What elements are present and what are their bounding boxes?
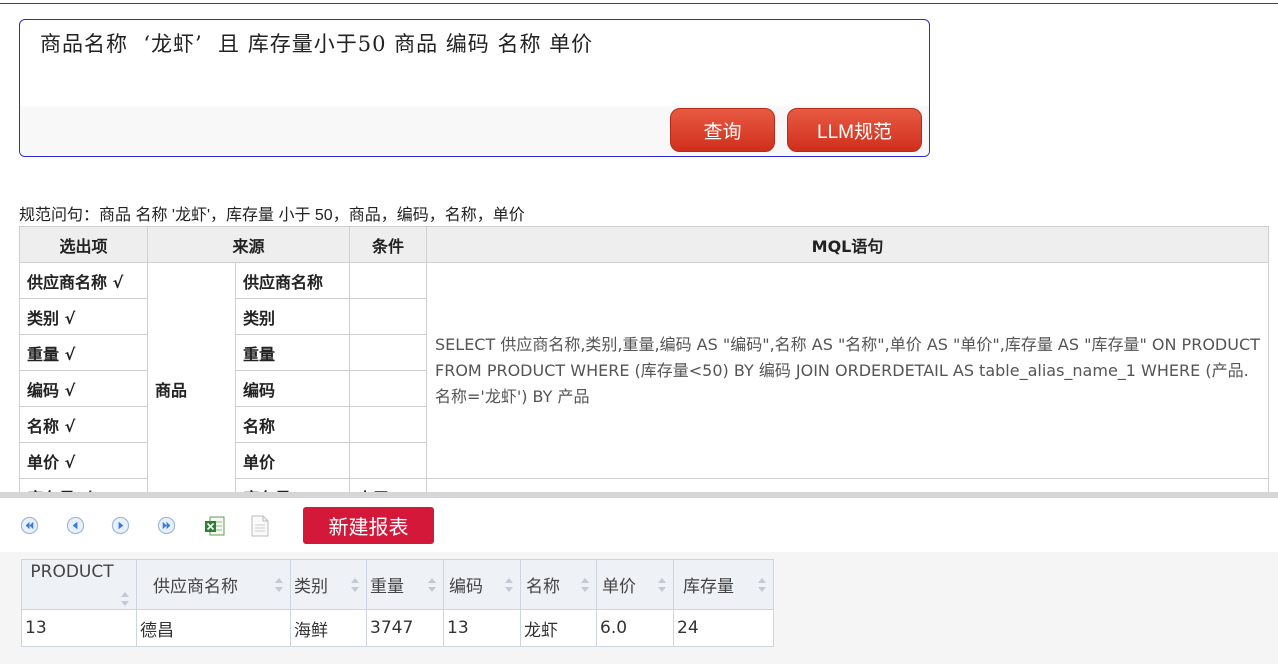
cell-name: 龙虾 xyxy=(520,609,597,647)
sort-icon[interactable] xyxy=(504,577,514,593)
column-header-label: 重量 xyxy=(370,577,404,597)
header-mql: MQL语句 xyxy=(426,226,1269,263)
column-header-weight[interactable]: 重量 xyxy=(366,559,444,610)
query-button[interactable]: 查询 xyxy=(670,108,775,152)
column-header-name[interactable]: 名称 xyxy=(520,559,597,610)
selected-item: 编码 √ xyxy=(19,370,148,407)
next-page-icon[interactable] xyxy=(111,516,130,535)
source-field: 名称 xyxy=(234,406,351,443)
sort-icon[interactable] xyxy=(120,591,130,607)
selected-item: 库存量 √ xyxy=(19,478,148,492)
column-header-supplier[interactable]: 供应商名称 xyxy=(136,559,291,610)
sort-icon[interactable] xyxy=(757,577,767,593)
mql-cell-empty xyxy=(426,478,1269,492)
condition-cell xyxy=(349,442,428,479)
top-border xyxy=(0,3,1278,4)
llm-normalize-button[interactable]: LLM规范 xyxy=(787,108,922,152)
first-page-icon[interactable] xyxy=(20,516,39,535)
source-field: 库存量 xyxy=(234,478,351,492)
selected-item: 名称 √ xyxy=(19,406,148,443)
mql-statement: SELECT 供应商名称,类别,重量,编码 AS "编码",名称 AS "名称"… xyxy=(426,262,1269,479)
column-header-label: 供应商名称 xyxy=(153,577,238,597)
column-header-label: 类别 xyxy=(294,577,328,597)
cell-weight: 3747 xyxy=(366,609,444,647)
analysis-table: 选出项 来源 条件 MQL语句 供应商名称 √ 商品 供应商名称 SELECT … xyxy=(19,226,1269,492)
sort-icon[interactable] xyxy=(350,577,360,593)
cell-supplier: 德昌 xyxy=(136,609,291,647)
cell-product: 13 xyxy=(21,609,137,647)
document-icon[interactable] xyxy=(249,514,271,538)
results-table: PRODUCT 供应商名称 类别 重量 编码 名称 单价 库存量 13 德昌 海… xyxy=(21,559,774,647)
condition-cell: 小于 50 xyxy=(349,478,428,492)
source-field: 编码 xyxy=(234,370,351,407)
source-field: 重量 xyxy=(234,334,351,371)
normalized-question: 规范问句：商品 名称 '龙虾'，库存量 小于 50，商品，编码，名称，单价 xyxy=(19,207,525,224)
source-field: 供应商名称 xyxy=(234,262,351,299)
condition-cell xyxy=(349,406,428,443)
condition-cell xyxy=(349,298,428,335)
column-header-category[interactable]: 类别 xyxy=(290,559,367,610)
analysis-row: 供应商名称 √ 商品 供应商名称 SELECT 供应商名称,类别,重量,编码 A… xyxy=(19,262,1269,492)
column-header-label: 库存量 xyxy=(683,577,734,597)
column-header-price[interactable]: 单价 xyxy=(596,559,674,610)
column-header-label: PRODUCT xyxy=(30,562,114,582)
header-selected: 选出项 xyxy=(19,226,148,263)
pager-toolbar: 新建报表 xyxy=(0,498,1278,552)
column-header-label: 编码 xyxy=(449,577,483,597)
selected-item: 单价 √ xyxy=(19,442,148,479)
selected-item: 重量 √ xyxy=(19,334,148,371)
sort-icon[interactable] xyxy=(657,577,667,593)
sort-icon[interactable] xyxy=(274,577,284,593)
condition-cell xyxy=(349,262,428,299)
header-source: 来源 xyxy=(146,226,351,263)
query-input-box[interactable]: 商品名称 ‘龙虾’ 且 库存量小于50 商品 编码 名称 单价 查询 LLM规范 xyxy=(19,19,930,157)
column-header-label: 单价 xyxy=(602,577,636,597)
selected-item: 供应商名称 √ xyxy=(19,262,148,299)
column-header-code[interactable]: 编码 xyxy=(443,559,521,610)
source-field: 单价 xyxy=(234,442,351,479)
condition-cell xyxy=(349,370,428,407)
prev-page-icon[interactable] xyxy=(66,516,85,535)
sort-icon[interactable] xyxy=(427,577,437,593)
cell-stock: 24 xyxy=(673,609,774,647)
cell-category: 海鲜 xyxy=(290,609,367,647)
cell-code: 13 xyxy=(443,609,521,647)
column-header-product[interactable]: PRODUCT xyxy=(21,559,137,610)
condition-cell xyxy=(349,334,428,371)
header-condition: 条件 xyxy=(349,226,428,263)
column-header-label: 名称 xyxy=(526,577,560,597)
column-header-stock[interactable]: 库存量 xyxy=(673,559,774,610)
source-field: 类别 xyxy=(234,298,351,335)
excel-export-icon[interactable] xyxy=(203,514,227,538)
source-entity: 商品 xyxy=(147,262,236,492)
sort-icon[interactable] xyxy=(580,577,590,593)
cell-price: 6.0 xyxy=(596,609,674,647)
query-text[interactable]: 商品名称 ‘龙虾’ 且 库存量小于50 商品 编码 名称 单价 xyxy=(40,28,593,58)
analysis-panel[interactable]: 选出项 来源 条件 MQL语句 供应商名称 √ 商品 供应商名称 SELECT … xyxy=(19,226,1269,492)
last-page-icon[interactable] xyxy=(157,516,176,535)
table-row[interactable]: 13 德昌 海鲜 3747 13 龙虾 6.0 24 xyxy=(21,609,774,647)
selected-item: 类别 √ xyxy=(19,298,148,335)
new-report-button[interactable]: 新建报表 xyxy=(303,507,434,544)
